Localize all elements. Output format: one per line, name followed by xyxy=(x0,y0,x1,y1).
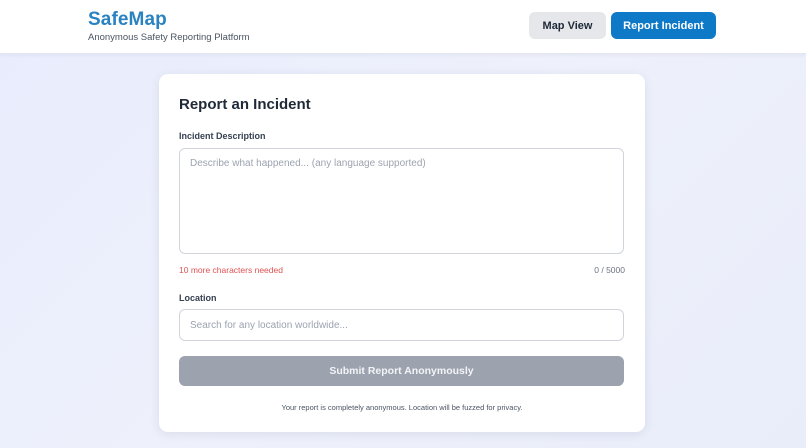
description-label: Incident Description xyxy=(179,131,266,141)
location-label: Location xyxy=(179,293,217,303)
description-textarea[interactable] xyxy=(179,148,624,254)
description-error-hint: 10 more characters needed xyxy=(179,265,283,275)
app-subtitle: Anonymous Safety Reporting Platform xyxy=(88,32,250,43)
form-title: Report an Incident xyxy=(179,96,311,113)
report-incident-button[interactable]: Report Incident xyxy=(611,12,716,39)
app-title: SafeMap xyxy=(88,9,167,30)
location-search-input[interactable] xyxy=(179,309,624,341)
app-header: SafeMap Anonymous Safety Reporting Platf… xyxy=(0,0,806,54)
map-view-button[interactable]: Map View xyxy=(529,12,606,39)
report-form-card: Report an Incident Incident Description … xyxy=(159,74,645,432)
brand: SafeMap Anonymous Safety Reporting Platf… xyxy=(88,9,250,44)
character-counter: 0 / 5000 xyxy=(594,265,625,275)
submit-report-button[interactable]: Submit Report Anonymously xyxy=(179,356,624,386)
privacy-footnote: Your report is completely anonymous. Loc… xyxy=(281,403,523,412)
